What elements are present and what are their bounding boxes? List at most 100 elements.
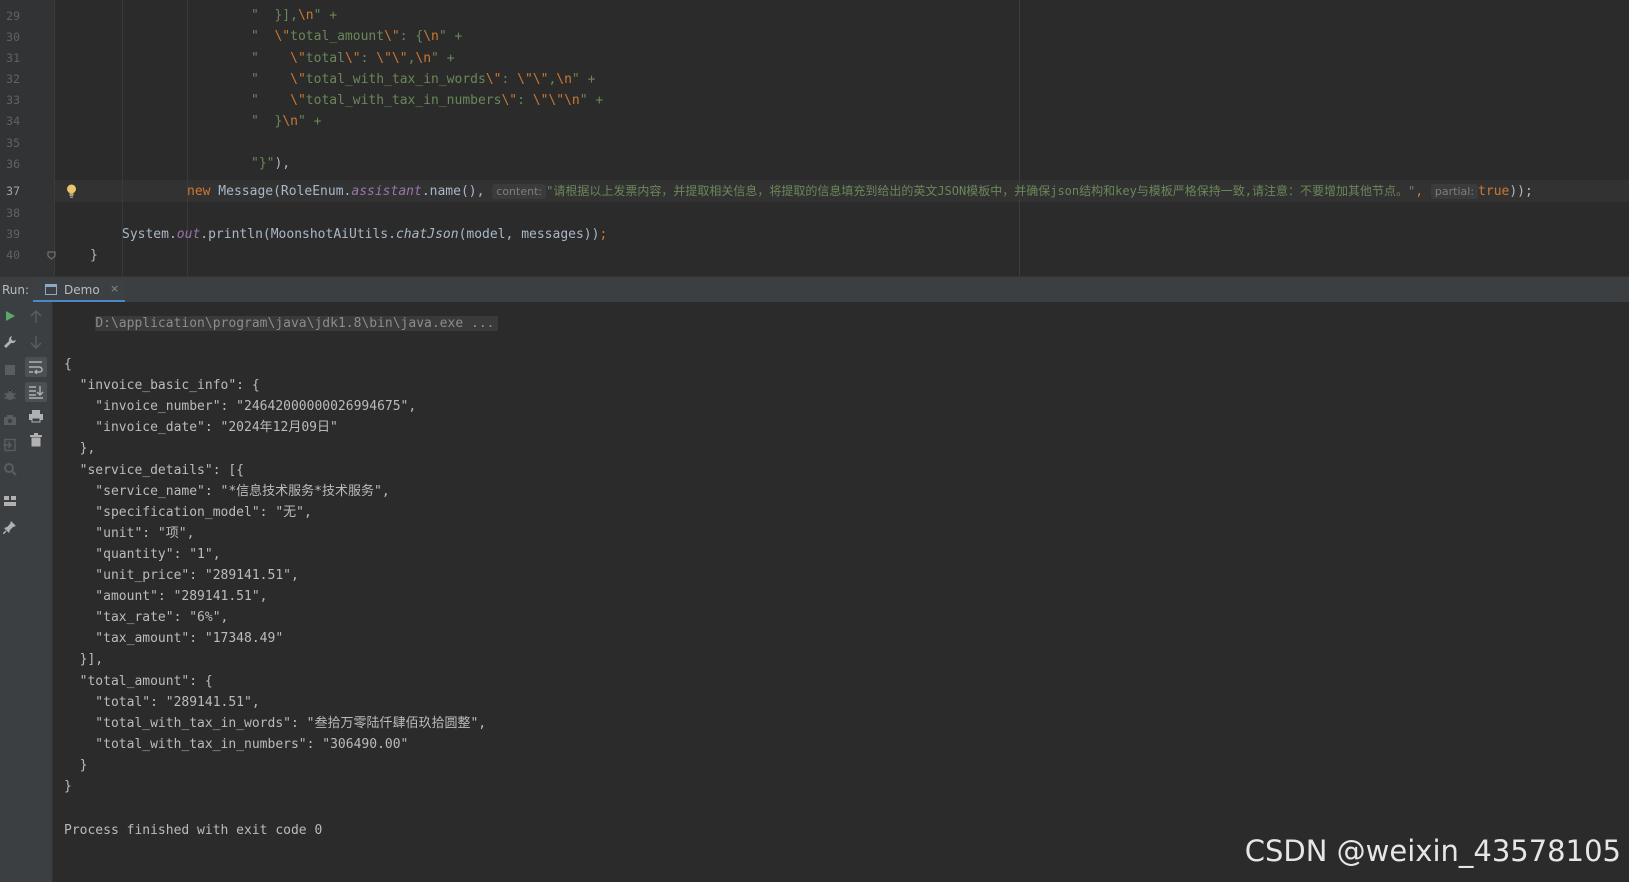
- line-number: 30: [6, 30, 20, 44]
- code-token: " +: [313, 8, 338, 23]
- pin-icon[interactable]: [3, 520, 17, 534]
- console-output-line: "invoice_number": "24642000000026994675"…: [64, 399, 417, 415]
- console-output-line: "total_amount": {: [64, 673, 213, 689]
- wrench-icon[interactable]: [3, 335, 17, 349]
- lightbulb-icon[interactable]: [66, 184, 77, 198]
- code-token: " +: [438, 29, 463, 44]
- code-token: " +: [431, 51, 455, 66]
- rerun-icon[interactable]: [4, 310, 16, 322]
- line-number-gutter[interactable]: 29 30 31 32 33 34 35 36 37 38 39 40: [0, 0, 55, 276]
- code-token: \": [290, 51, 306, 66]
- code-line-33: " \"total_with_tax_in_numbers\": \"\"\n"…: [251, 90, 603, 112]
- code-token: ": [251, 93, 291, 108]
- code-token: \": [290, 72, 306, 87]
- soft-wrap-toggle[interactable]: [25, 357, 47, 377]
- trash-icon[interactable]: [29, 433, 43, 447]
- code-token: true: [1478, 184, 1510, 199]
- console-output-line: }],: [64, 652, 104, 668]
- console-icon: [45, 284, 57, 295]
- scroll-to-end-toggle[interactable]: [25, 382, 47, 402]
- code-token: " +: [297, 114, 322, 129]
- console-output-line: "invoice_basic_info": {: [64, 378, 260, 394]
- line-number: 38: [6, 206, 20, 220]
- code-line-31: " \"total\": \"\",\n" +: [251, 48, 455, 70]
- console-output-line: "tax_rate": "6%",: [64, 610, 229, 626]
- console-output-line: "invoice_date": "2024年12月09日": [64, 420, 338, 436]
- code-token: ,: [1415, 184, 1424, 199]
- code-token: \"\": [532, 93, 565, 108]
- code-token: }: [90, 248, 98, 263]
- code-token: \n: [297, 8, 314, 23]
- down-arrow-icon[interactable]: [29, 335, 43, 349]
- console-output-line: "service_details": [{: [64, 462, 245, 478]
- right-margin-guide: [1019, 0, 1020, 276]
- console-output-line: },: [64, 441, 96, 457]
- code-token: \"\": [517, 72, 549, 87]
- console-output-line: "total_with_tax_in_numbers": "306490.00": [64, 736, 409, 752]
- code-token: \": [344, 51, 361, 66]
- stop-icon[interactable]: [4, 364, 16, 376]
- code-token: \": [274, 29, 291, 44]
- scroll-to-end-icon: [29, 386, 44, 399]
- code-token: "}": [251, 156, 275, 171]
- code-line-30: " \"total_amount\": {\n" +: [251, 26, 462, 48]
- code-line-37: new Message(RoleEnum.assistant.name(), c…: [187, 180, 1533, 202]
- code-token: \n: [556, 72, 572, 87]
- code-token: ),: [274, 156, 291, 171]
- code-token: " +: [571, 72, 596, 87]
- watermark: CSDN @weixin_43578105: [1244, 834, 1621, 868]
- code-token: chatJson: [395, 227, 459, 242]
- console-output-line: "unit": "项",: [64, 525, 195, 541]
- soft-wrap-icon: [29, 361, 43, 374]
- run-label: Run:: [2, 283, 30, 297]
- code-line-39: System.out.println(MoonshotAiUtils.chatJ…: [122, 224, 607, 246]
- code-token: .println(MoonshotAiUtils.: [200, 227, 396, 242]
- camera-icon[interactable]: [3, 414, 17, 426]
- settings-icon[interactable]: [3, 462, 17, 476]
- line-number: 34: [6, 114, 20, 128]
- console-output-line: "service_name": "*信息技术服务*技术服务",: [64, 483, 390, 499]
- console-output-line: "tax_amount": "17348.49": [64, 631, 284, 647]
- code-token: ": [251, 51, 291, 66]
- code-token: ": [251, 29, 275, 44]
- up-arrow-icon[interactable]: [29, 310, 43, 324]
- code-token: ": [251, 114, 275, 129]
- line-number: 29: [6, 9, 20, 23]
- code-token: total_with_tax_in_numbers: [305, 93, 502, 108]
- code-editor[interactable]: 29 30 31 32 33 34 35 36 37 38 39 40 " }]…: [0, 0, 1629, 276]
- code-token: Message(RoleEnum.: [210, 184, 352, 199]
- code-token: ": [251, 8, 275, 23]
- console-command-wrapper: D:\application\program\java\jdk1.8\bin\j…: [64, 291, 499, 331]
- console-output-line: {: [64, 357, 72, 372]
- console-output[interactable]: D:\application\program\java\jdk1.8\bin\j…: [53, 302, 1629, 882]
- code-token: out: [176, 227, 201, 242]
- parameter-hint-partial: partial:: [1430, 184, 1479, 199]
- console-output-line: "quantity": "1",: [64, 546, 221, 562]
- code-token: \n: [282, 114, 298, 129]
- console-toolbar: [20, 302, 53, 882]
- console-output-line: }: [64, 757, 88, 773]
- console-output-line: "specification_model": "无",: [64, 504, 312, 520]
- code-token: ": [251, 72, 291, 87]
- code-line-40: }: [90, 245, 98, 267]
- line-number: 35: [6, 136, 20, 150]
- print-icon[interactable]: [28, 409, 44, 423]
- console-output-line: "total_with_tax_in_words": "叁拾万零陆仟肆佰玖拾圆整…: [64, 715, 487, 731]
- code-token: \"\": [376, 51, 408, 66]
- line-number: 36: [6, 157, 20, 171]
- debug-icon[interactable]: [3, 388, 17, 402]
- code-token: :: [517, 93, 533, 108]
- code-token: total: [305, 51, 345, 66]
- console-command-line[interactable]: D:\application\program\java\jdk1.8\bin\j…: [95, 316, 499, 331]
- code-token: }],: [274, 8, 298, 23]
- code-token: :: [360, 51, 377, 66]
- exit-icon[interactable]: [3, 438, 17, 452]
- fold-marker-icon[interactable]: [47, 251, 56, 260]
- code-token: " +: [579, 93, 604, 108]
- line-number: 33: [6, 93, 20, 107]
- code-token: .name(),: [421, 184, 485, 199]
- line-number: 39: [6, 227, 20, 241]
- code-token: assistant: [351, 184, 422, 199]
- layout-icon[interactable]: [3, 495, 17, 507]
- code-token: (model, messages)): [458, 227, 600, 242]
